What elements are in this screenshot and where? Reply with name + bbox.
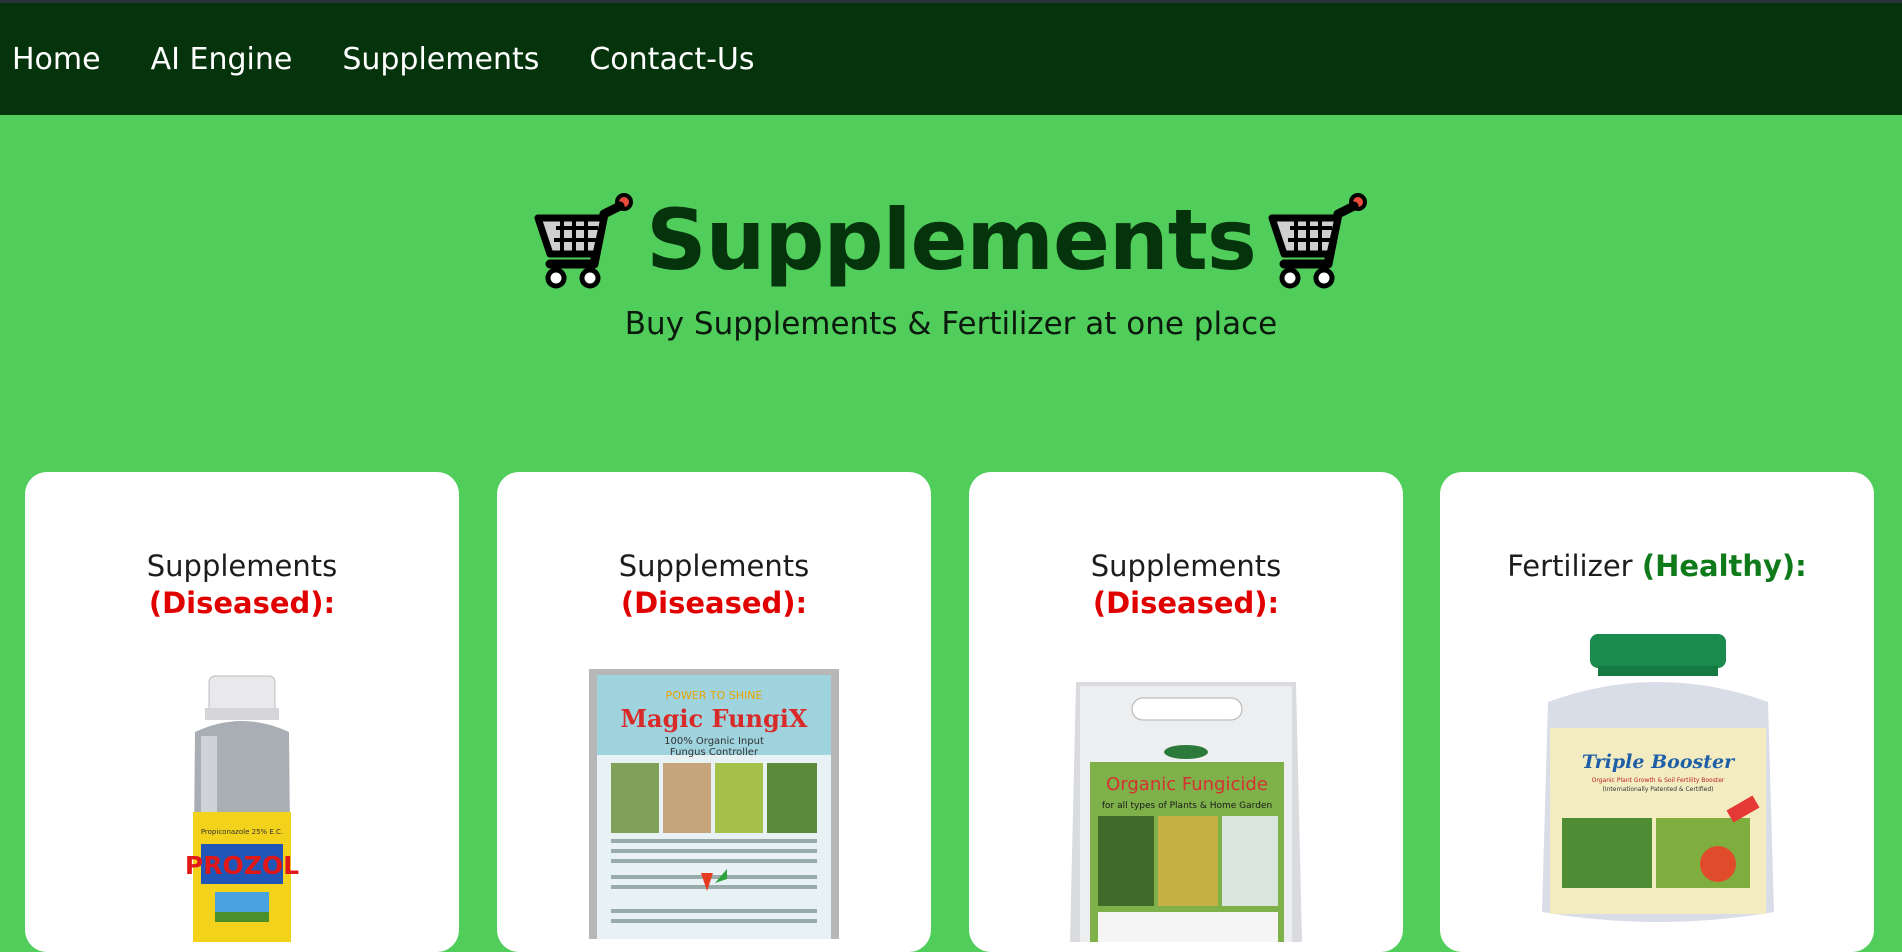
nav-supplements[interactable]: Supplements (342, 42, 539, 77)
product-image-triple-booster[interactable]: Triple Booster Organic Plant Growth & So… (1528, 632, 1788, 932)
product-brand-label: Organic Fungicide (1106, 774, 1268, 795)
card-title: Supplements (618, 549, 810, 583)
card-heading: Supplements (Diseased): (969, 548, 1403, 622)
card-heading: Supplements (Diseased): (497, 548, 931, 622)
product-brand-label: Triple Booster (1582, 751, 1736, 773)
nav-home[interactable]: Home (12, 42, 101, 77)
product-label-line: POWER TO SHINE (666, 689, 763, 702)
nav-ai-engine[interactable]: AI Engine (151, 42, 293, 77)
shopping-cart-icon (532, 190, 636, 290)
card-title: Fertilizer (1507, 549, 1633, 583)
card-heading: Fertilizer (Healthy): (1440, 548, 1874, 585)
product-label-line: Propiconazole 25% E.C. (201, 828, 283, 836)
product-image-prozol[interactable]: Propiconazole 25% E.C. PROZOL (175, 672, 309, 942)
product-card-magic-fungix[interactable]: Supplements (Diseased): POWER TO SHINE M… (497, 472, 931, 952)
product-brand-label: PROZOL (185, 851, 299, 880)
nav-contact-us[interactable]: Contact-Us (589, 42, 754, 77)
card-status-healthy: (Healthy): (1641, 549, 1807, 583)
product-card-triple-booster[interactable]: Fertilizer (Healthy): Triple Booster Org… (1440, 472, 1874, 952)
product-label-line: Organic Plant Growth & Soil Fertility Bo… (1592, 777, 1725, 784)
product-label-line: Fungus Controller (670, 747, 759, 758)
card-status-diseased: (Diseased): (1092, 586, 1280, 620)
product-label-line: for all types of Plants & Home Garden (1102, 801, 1272, 811)
card-status-diseased: (Diseased): (148, 586, 336, 620)
product-label-line: 100% Organic Input (664, 736, 764, 747)
shopping-cart-icon (1266, 190, 1370, 290)
product-card-prozol[interactable]: Supplements (Diseased): Propiconazole 25… (25, 472, 459, 952)
card-title: Supplements (146, 549, 338, 583)
product-card-organic-fungicide[interactable]: Supplements (Diseased): Organic Fungicid… (969, 472, 1403, 952)
card-title: Supplements (1090, 549, 1282, 583)
page-subtitle: Buy Supplements & Fertilizer at one plac… (624, 306, 1278, 342)
card-status-diseased: (Diseased): (620, 586, 808, 620)
page-header: Supplements (0, 185, 1902, 295)
product-image-organic-fungicide[interactable]: Organic Fungicide for all types of Plant… (1062, 672, 1310, 942)
page-title: Supplements (646, 191, 1257, 289)
product-image-magic-fungix[interactable]: POWER TO SHINE Magic FungiX 100% Organic… (589, 669, 839, 939)
top-navbar: Home AI Engine Supplements Contact-Us (0, 3, 1902, 115)
product-brand-label: Magic FungiX (620, 704, 807, 733)
product-label-line: (Internationally Patented & Certified) (1603, 786, 1714, 793)
card-heading: Supplements (Diseased): (25, 548, 459, 622)
